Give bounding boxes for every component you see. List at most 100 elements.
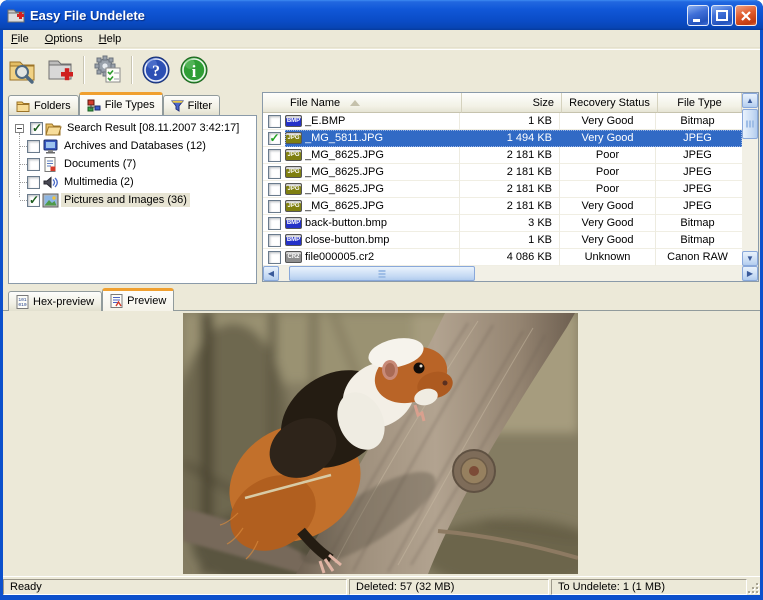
tree-item-checkbox[interactable] [27,194,40,207]
tree-item-multimedia[interactable]: Multimedia (2) [9,173,256,191]
table-row[interactable]: BMPback-button.bmp3 KBVery GoodBitmap [263,215,742,232]
tree-root-row[interactable]: Search Result [08.11.2007 3:42:17] [9,119,256,137]
table-row-selected[interactable]: JPG_MG_5811.JPG1 494 KBVery GoodJPEG [263,130,742,147]
tab-file-types-label: File Types [105,99,155,111]
preview-icon [110,294,123,308]
svg-text:010: 010 [18,302,27,308]
documents-icon [42,157,59,172]
column-header-size[interactable]: Size [462,93,562,113]
tree-item-pictures[interactable]: Pictures and Images (36) [9,191,256,209]
tree-item-checkbox[interactable] [27,140,40,153]
status-deleted: Deleted: 57 (32 MB) [349,579,549,595]
tab-file-types[interactable]: File Types [79,92,163,115]
tab-preview-label: Preview [127,295,166,307]
tree-item-label[interactable]: Documents (7) [61,157,139,171]
jpg-file-icon: JPG [285,200,302,212]
window-border [0,595,763,600]
file-list: File Name Size Recovery Status File Type… [262,92,759,282]
menu-file[interactable]: File [3,32,37,46]
maximize-icon [715,9,729,23]
table-row[interactable]: JPG_MG_8625.JPG2 181 KBPoorJPEG [263,181,742,198]
tree-root-label[interactable]: Search Result [08.11.2007 3:42:17] [64,121,242,135]
table-row[interactable]: JPG_MG_8625.JPG2 181 KBPoorJPEG [263,164,742,181]
tree-item-checkbox[interactable] [27,158,40,171]
scan-folder-icon [6,54,38,86]
toolbar: ? i [3,49,760,89]
archives-icon [42,139,59,154]
folder-icon [16,100,30,112]
row-checkbox[interactable] [268,115,281,128]
vertical-scroll-thumb[interactable] [742,109,758,139]
vertical-scrollbar[interactable]: ▲ ▼ [742,93,758,266]
row-checkbox[interactable] [268,234,281,247]
table-row[interactable]: JPG_MG_8625.JPG2 181 KBVery GoodJPEG [263,198,742,215]
scroll-left-icon[interactable]: ◀ [263,266,279,281]
help-button[interactable]: ? [137,52,175,88]
tab-folders[interactable]: Folders [8,95,79,115]
filter-funnel-icon [171,100,184,112]
add-folder-icon [44,54,76,86]
svg-text:i: i [192,62,197,81]
scan-folder-button[interactable] [3,52,41,88]
resize-grip[interactable] [746,581,759,594]
title-bar[interactable]: Easy File Undelete [0,0,763,30]
tab-filter[interactable]: Filter [163,95,220,115]
tree-root-checkbox[interactable] [30,122,43,135]
tree-item-checkbox[interactable] [27,176,40,189]
info-icon: i [178,54,210,86]
tree-item-label[interactable]: Pictures and Images (36) [61,193,190,207]
tab-preview[interactable]: Preview [102,288,174,311]
table-row[interactable]: CR2file000005.cr24 086 KBUnknownCanon RA… [263,249,742,266]
close-icon [739,9,753,23]
bmp-file-icon: BMP [285,217,302,229]
close-button[interactable] [735,5,757,26]
minimize-button[interactable] [687,5,709,26]
menu-help[interactable]: Help [91,32,130,46]
jpg-file-icon: JPG [285,132,302,144]
status-ready: Ready [3,579,347,595]
row-checkbox[interactable] [268,183,281,196]
tree-item-documents[interactable]: Documents (7) [9,155,256,173]
tab-filter-label: Filter [188,100,212,112]
settings-button[interactable] [89,52,127,88]
table-row[interactable]: BMP_E.BMP1 KBVery GoodBitmap [263,113,742,130]
row-checkbox[interactable] [268,217,281,230]
tree-item-archives[interactable]: Archives and Databases (12) [9,137,256,155]
table-row[interactable]: JPG_MG_8625.JPG2 181 KBPoorJPEG [263,147,742,164]
status-bar: Ready Deleted: 57 (32 MB) To Undelete: 1… [3,576,760,595]
window-title: Easy File Undelete [30,8,145,23]
row-checkbox[interactable] [268,132,281,145]
add-folder-button[interactable] [41,52,79,88]
row-checkbox[interactable] [268,149,281,162]
collapse-icon[interactable] [15,124,24,133]
maximize-button[interactable] [711,5,733,26]
scroll-up-icon[interactable]: ▲ [742,93,758,108]
app-window: Easy File Undelete File Options Help [0,0,763,600]
tab-hex-preview[interactable]: 101 010 Hex-preview [8,291,102,311]
row-checkbox[interactable] [268,251,281,264]
status-to-undelete: To Undelete: 1 (1 MB) [551,579,747,595]
scroll-right-icon[interactable]: ▶ [742,266,758,281]
horizontal-scroll-thumb[interactable] [289,266,475,281]
app-icon [7,6,25,24]
row-checkbox[interactable] [268,166,281,179]
column-header-file-type[interactable]: File Type [658,93,742,113]
menu-bar: File Options Help [3,30,760,48]
file-list-header: File Name Size Recovery Status File Type [263,93,742,113]
tree-item-label[interactable]: Multimedia (2) [61,175,137,189]
scroll-down-icon[interactable]: ▼ [742,251,758,266]
help-icon: ? [140,54,172,86]
svg-text:?: ? [152,63,160,80]
about-button[interactable]: i [175,52,213,88]
workspace: Folders File Types Fil [3,89,760,575]
column-header-recovery-status[interactable]: Recovery Status [562,93,658,113]
tree-item-label[interactable]: Archives and Databases (12) [61,139,209,153]
bmp-file-icon: BMP [285,234,302,246]
menu-options[interactable]: Options [37,32,91,46]
table-row[interactable]: BMPclose-button.bmp1 KBVery GoodBitmap [263,232,742,249]
horizontal-scrollbar[interactable]: ◀ ▶ [263,266,758,281]
column-header-file-name[interactable]: File Name [263,93,462,113]
row-checkbox[interactable] [268,200,281,213]
tab-folders-label: Folders [34,100,71,112]
settings-checklist-icon [92,54,124,86]
